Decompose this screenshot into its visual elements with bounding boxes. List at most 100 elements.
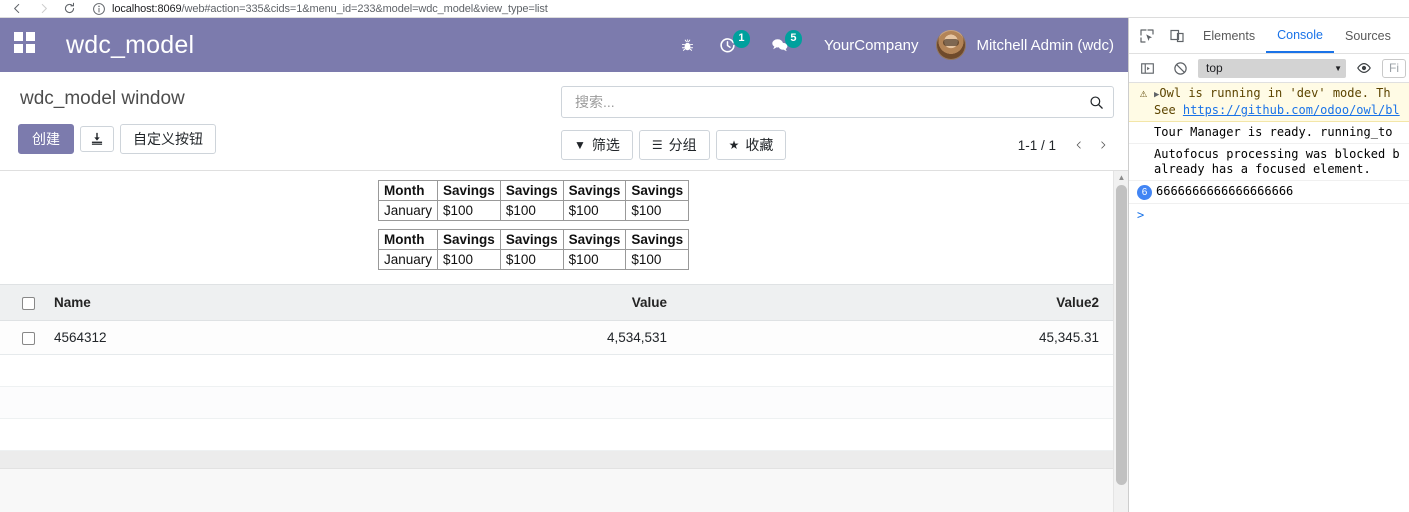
console-filter-input[interactable]: Fi [1382, 58, 1406, 78]
url-text: localhost:8069/web#action=335&cids=1&men… [112, 3, 548, 15]
table-header-cell: Savings [499, 229, 564, 250]
company-switcher[interactable]: YourCompany [824, 37, 919, 54]
filters-label: 筛选 [591, 137, 620, 153]
live-expression-icon[interactable] [1349, 53, 1379, 83]
row-checkbox[interactable] [21, 331, 35, 345]
tab-elements[interactable]: Elements [1192, 18, 1266, 53]
pager-value: 1-1 / 1 [1017, 137, 1056, 153]
favorites-label: 收藏 [745, 137, 774, 153]
group-by-button[interactable]: ☰ 分组 [638, 130, 710, 160]
execution-context-select[interactable]: top ▼ [1198, 58, 1346, 78]
cell-name[interactable]: 4564312 [40, 320, 325, 355]
messages-menu[interactable]: 5 [770, 30, 802, 55]
filter-icon: ▼ [574, 138, 586, 152]
column-header-value2[interactable]: Value2 [681, 284, 1113, 321]
messages-count-badge: 5 [784, 30, 802, 48]
table-cell: $100 [437, 200, 501, 221]
reload-icon[interactable] [56, 1, 82, 17]
column-header-value[interactable]: Value [325, 284, 681, 321]
table-row: January $100 $100 $100 $100 [377, 200, 690, 221]
chevron-down-icon: ▼ [1334, 63, 1342, 73]
tab-console[interactable]: Console [1266, 18, 1334, 53]
search-icon[interactable] [1089, 95, 1104, 110]
pager: 1-1 / 1 [1018, 134, 1114, 156]
group-by-label: 分组 [668, 137, 697, 153]
filters-button[interactable]: ▼ 筛选 [561, 130, 633, 160]
import-icon [91, 132, 103, 145]
navbar-brand[interactable]: wdc_model [66, 31, 194, 60]
table-row[interactable]: 4564312 4,534,531 45,345.31 [0, 320, 1113, 355]
warning-icon: ⚠ [1139, 86, 1148, 100]
user-name: Mitchell Admin (wdc) [976, 36, 1114, 54]
scrollbar-thumb[interactable] [1116, 185, 1127, 485]
back-icon[interactable] [4, 1, 30, 17]
clear-console-icon[interactable] [1165, 53, 1195, 83]
content-scrollbar[interactable]: ▲ [1113, 171, 1128, 512]
table-header-cell: Savings [562, 229, 627, 250]
table-cell: January [377, 249, 439, 270]
table-header-cell: Month [377, 180, 439, 201]
console-message-text: Tour Manager is ready. running_to [1154, 125, 1393, 139]
browser-toolbar: localhost:8069/web#action=335&cids=1&men… [0, 0, 1409, 18]
row-select-cell[interactable] [0, 320, 40, 355]
favorites-button[interactable]: ★ 收藏 [715, 130, 787, 160]
console-sidebar-icon[interactable] [1132, 53, 1162, 83]
scroll-up-arrow[interactable]: ▲ [1114, 173, 1128, 182]
table-cell: $100 [562, 249, 627, 270]
forward-icon [30, 1, 56, 17]
table-header-cell: Savings [437, 180, 501, 201]
cell-value[interactable]: 4,534,531 [325, 320, 681, 355]
execution-context-value: top [1206, 61, 1223, 75]
select-all-header[interactable] [0, 284, 40, 321]
table-cell: $100 [625, 249, 690, 270]
search-options-row: ▼ 筛选 ☰ 分组 ★ 收藏 1-1 / 1 [561, 130, 1114, 160]
pager-next-button[interactable] [1092, 134, 1114, 156]
table-cell: $100 [625, 200, 690, 221]
console-message-text: 6666666666666666666 [1156, 184, 1294, 198]
console-prompt[interactable]: > [1129, 204, 1409, 226]
search-input[interactable] [573, 93, 1089, 111]
create-button[interactable]: 创建 [18, 124, 74, 154]
tab-sources[interactable]: Sources [1334, 18, 1402, 53]
table-header-cell: Month [377, 229, 439, 250]
table-header-cell: Savings [625, 229, 690, 250]
savings-table-1: Month Savings Savings Savings Savings Ja… [377, 180, 690, 221]
console-message-repeated: 6 6666666666666666666 [1129, 181, 1409, 204]
debug-menu[interactable] [678, 35, 698, 55]
activity-menu[interactable]: 1 [718, 30, 750, 55]
avatar [936, 30, 967, 60]
table-cell: $100 [499, 249, 564, 270]
address-bar[interactable]: localhost:8069/web#action=335&cids=1&men… [86, 0, 1405, 17]
table-cell: $100 [562, 200, 627, 221]
list-blank-area [0, 469, 1128, 512]
table-header-cell: Savings [562, 180, 627, 201]
control-panel-buttons: 创建 自定义按钮 [18, 124, 216, 154]
view-content: Month Savings Savings Savings Savings Ja… [0, 171, 1128, 512]
user-menu[interactable]: Mitchell Admin (wdc) [936, 30, 1114, 60]
cell-value2[interactable]: 45,345.31 [681, 320, 1113, 355]
console-message-link[interactable]: https://github.com/odoo/owl/bl [1183, 103, 1400, 117]
table-cell: January [377, 200, 439, 221]
empty-row [0, 354, 1113, 387]
odoo-app: wdc_model 1 5 YourCompany Mitchell Admin… [0, 18, 1128, 512]
list-lines-icon: ☰ [651, 138, 663, 152]
custom-button[interactable]: 自定义按钮 [120, 124, 216, 154]
apps-menu-icon[interactable] [14, 32, 40, 58]
console-message-log: Autofocus processing was blocked b alrea… [1129, 144, 1409, 181]
table-cell: $100 [499, 200, 564, 221]
browser-window: localhost:8069/web#action=335&cids=1&men… [0, 0, 1409, 512]
inspect-element-icon[interactable] [1132, 21, 1162, 51]
column-header-name[interactable]: Name [40, 284, 325, 321]
table-row: January $100 $100 $100 $100 [377, 249, 690, 270]
search-bar[interactable] [561, 86, 1114, 118]
table-header-row: Month Savings Savings Savings Savings [377, 229, 690, 250]
select-all-checkbox[interactable] [21, 296, 35, 310]
pager-previous-button[interactable] [1068, 134, 1090, 156]
page-title: wdc_model window [20, 88, 185, 109]
devtools-tabbar: Elements Console Sources [1129, 18, 1409, 54]
import-button[interactable] [80, 126, 114, 152]
table-header-cell: Savings [499, 180, 564, 201]
activity-count-badge: 1 [732, 30, 750, 48]
device-toolbar-icon[interactable] [1162, 21, 1192, 51]
table-header-cell: Savings [437, 229, 501, 250]
